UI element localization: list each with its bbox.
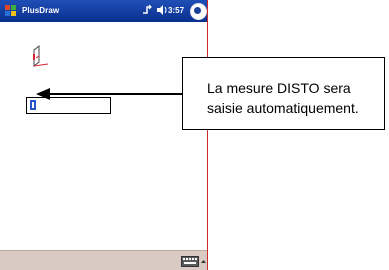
disto-measure-icon[interactable] [30, 44, 52, 68]
callout-text: La mesure DISTO sera saisie automatiquem… [207, 80, 359, 116]
speaker-icon[interactable] [156, 4, 168, 16]
clock-time[interactable]: 3:57 [168, 6, 184, 15]
ok-close-icon[interactable] [190, 3, 207, 20]
keyboard-input-icon[interactable] [181, 256, 199, 267]
title-bar: PlusDraw 3:57 [0, 0, 208, 22]
text-cursor-icon [30, 100, 36, 110]
connectivity-icon[interactable] [142, 4, 152, 16]
app-title: PlusDraw [22, 6, 60, 15]
screen-border [207, 0, 208, 270]
chevron-up-icon[interactable] [201, 259, 206, 264]
annotation-callout: La mesure DISTO sera saisie automatiquem… [182, 57, 385, 130]
windows-start-flag-icon[interactable] [4, 4, 18, 18]
disto-measure-input[interactable] [26, 97, 111, 114]
taskbar [0, 250, 207, 270]
pda-screen: PlusDraw 3:57 [0, 0, 208, 270]
